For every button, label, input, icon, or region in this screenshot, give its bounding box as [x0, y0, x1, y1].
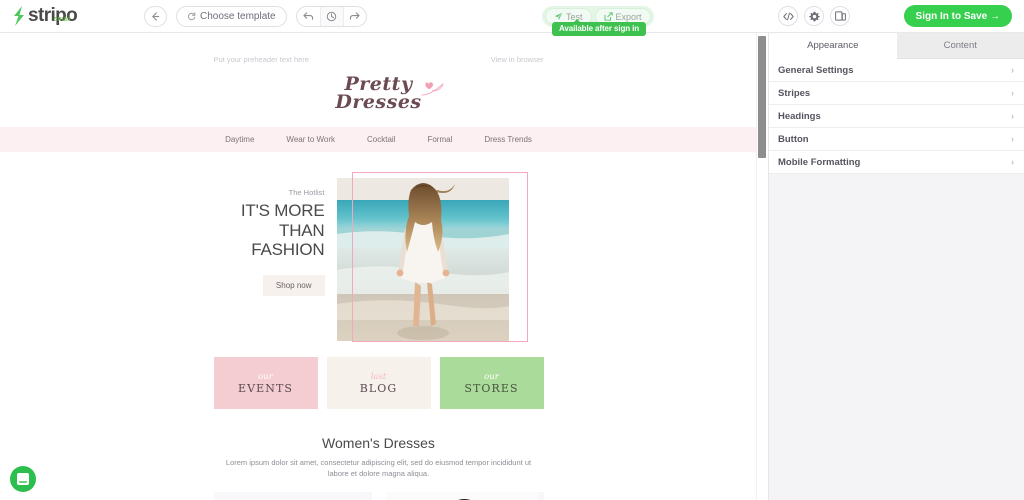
nav-item-dress-trends[interactable]: Dress Trends	[484, 135, 532, 144]
chevron-right-icon: ›	[1011, 88, 1014, 98]
toolbar-left-group: Choose template	[144, 5, 367, 27]
preheader-row: Put your preheader text here View in bro…	[214, 55, 544, 64]
section-title[interactable]: Women's Dresses	[0, 435, 757, 451]
nav-item-wear-to-work[interactable]: Wear to Work	[286, 135, 335, 144]
tile-events[interactable]: our EVENTS	[213, 357, 318, 410]
tile-stores-small: our	[484, 371, 499, 382]
email-logo-line2: Dresses	[335, 91, 422, 114]
back-button[interactable]	[144, 5, 167, 27]
hero-heading: IT'S MORE THAN FASHION	[205, 201, 325, 258]
gear-icon[interactable]	[804, 6, 824, 26]
panel-item-button-label: Button	[778, 133, 809, 145]
section-description[interactable]: Lorem ipsum dolor sit amet, consectetur …	[224, 458, 534, 480]
chevron-right-icon: ›	[1011, 134, 1014, 144]
history-button[interactable]	[319, 6, 343, 26]
undo-button[interactable]	[297, 7, 320, 26]
panel-item-general-settings[interactable]: General Settings ›	[769, 59, 1024, 82]
chevron-right-icon: ›	[1011, 157, 1014, 167]
history-controls	[295, 5, 367, 27]
hero-kicker: The Hotlist	[288, 188, 325, 198]
stripo-mark-icon	[12, 6, 26, 26]
hero-heading-line1: IT'S MORE	[240, 201, 325, 221]
nav-item-cocktail[interactable]: Cocktail	[367, 135, 395, 144]
chevron-right-icon: ›	[1011, 65, 1014, 75]
code-icon[interactable]	[778, 6, 798, 26]
app-logo[interactable]: stripo .email	[12, 6, 122, 26]
chevron-right-icon: ›	[1011, 111, 1014, 121]
panel-tabs: Appearance Content	[769, 33, 1024, 59]
export-label: Export	[615, 11, 642, 22]
product-image-1[interactable]	[213, 492, 372, 500]
nav-item-daytime[interactable]: Daytime	[225, 135, 254, 144]
chat-widget-button[interactable]	[10, 466, 36, 492]
panel-item-stripes-label: Stripes	[778, 87, 811, 99]
canvas-scrollbar[interactable]: ▲	[756, 29, 767, 500]
app-name-suffix: .email	[51, 16, 71, 23]
panel-item-general-settings-label: General Settings	[778, 64, 854, 76]
top-toolbar: stripo .email Choose template Test Expor…	[0, 0, 1024, 36]
heart-swirl-icon	[420, 81, 446, 97]
panel-item-headings-label: Headings	[778, 110, 821, 122]
settings-panel: Appearance Content General Settings › St…	[768, 33, 1024, 500]
tab-appearance[interactable]: Appearance	[769, 33, 897, 59]
panel-item-list: General Settings › Stripes › Headings › …	[769, 59, 1024, 174]
product-row	[213, 492, 544, 500]
hero-section: The Hotlist IT'S MORE THAN FASHION Shop …	[205, 178, 553, 342]
tab-content[interactable]: Content	[896, 33, 1024, 59]
tile-blog-big: BLOG	[359, 382, 398, 396]
signin-tooltip: Available after sign in	[552, 19, 647, 36]
tile-stores[interactable]: our STORES	[439, 357, 544, 410]
category-tiles: our EVENTS last BLOG our STORES	[213, 357, 544, 410]
email-logo: Pretty Dresses	[335, 75, 444, 114]
preheader-text[interactable]: Put your preheader text here	[214, 55, 309, 64]
product-image-2[interactable]	[385, 492, 544, 500]
email-logo-block[interactable]: Pretty Dresses	[0, 64, 757, 119]
panel-item-stripes[interactable]: Stripes ›	[769, 82, 1024, 105]
tile-blog-small: last	[370, 371, 387, 382]
view-in-browser-link[interactable]: View in browser	[491, 55, 544, 64]
redo-button[interactable]	[342, 6, 366, 26]
email-nav: Daytime Wear to Work Cocktail Formal Dre…	[0, 127, 757, 153]
panel-item-headings[interactable]: Headings ›	[769, 105, 1024, 128]
hero-heading-line3: FASHION	[251, 239, 325, 259]
toolbar-right-icons	[778, 6, 850, 26]
shop-now-button[interactable]: Shop now	[262, 274, 325, 296]
tile-events-big: EVENTS	[237, 382, 294, 396]
hero-image[interactable]	[336, 178, 509, 342]
export-icon	[604, 12, 613, 21]
panel-item-mobile-formatting-label: Mobile Formatting	[778, 156, 861, 168]
choose-template-button[interactable]: Choose template	[176, 5, 287, 27]
device-preview-icon[interactable]	[830, 6, 850, 26]
app-root: stripo .email Choose template Test Expor…	[0, 0, 1024, 500]
tile-events-small: our	[258, 371, 273, 382]
chat-bubble-icon	[17, 473, 29, 485]
tile-stores-big: STORES	[464, 382, 519, 396]
hero-heading-line2: THAN	[279, 220, 325, 240]
email-template: Put your preheader text here View in bro…	[0, 55, 757, 500]
panel-item-mobile-formatting[interactable]: Mobile Formatting ›	[769, 151, 1024, 174]
canvas-scrollbar-thumb[interactable]	[758, 36, 766, 158]
sign-in-to-save-button[interactable]: Sign In to Save →	[903, 5, 1012, 27]
refresh-icon	[187, 11, 196, 21]
tile-blog[interactable]: last BLOG	[326, 357, 431, 410]
choose-template-label: Choose template	[200, 10, 276, 22]
nav-item-formal[interactable]: Formal	[427, 135, 452, 144]
paper-plane-icon	[554, 12, 563, 21]
panel-item-button[interactable]: Button ›	[769, 128, 1024, 151]
email-canvas[interactable]: Put your preheader text here View in bro…	[0, 33, 757, 500]
hero-text-block[interactable]: The Hotlist IT'S MORE THAN FASHION Shop …	[205, 178, 337, 296]
